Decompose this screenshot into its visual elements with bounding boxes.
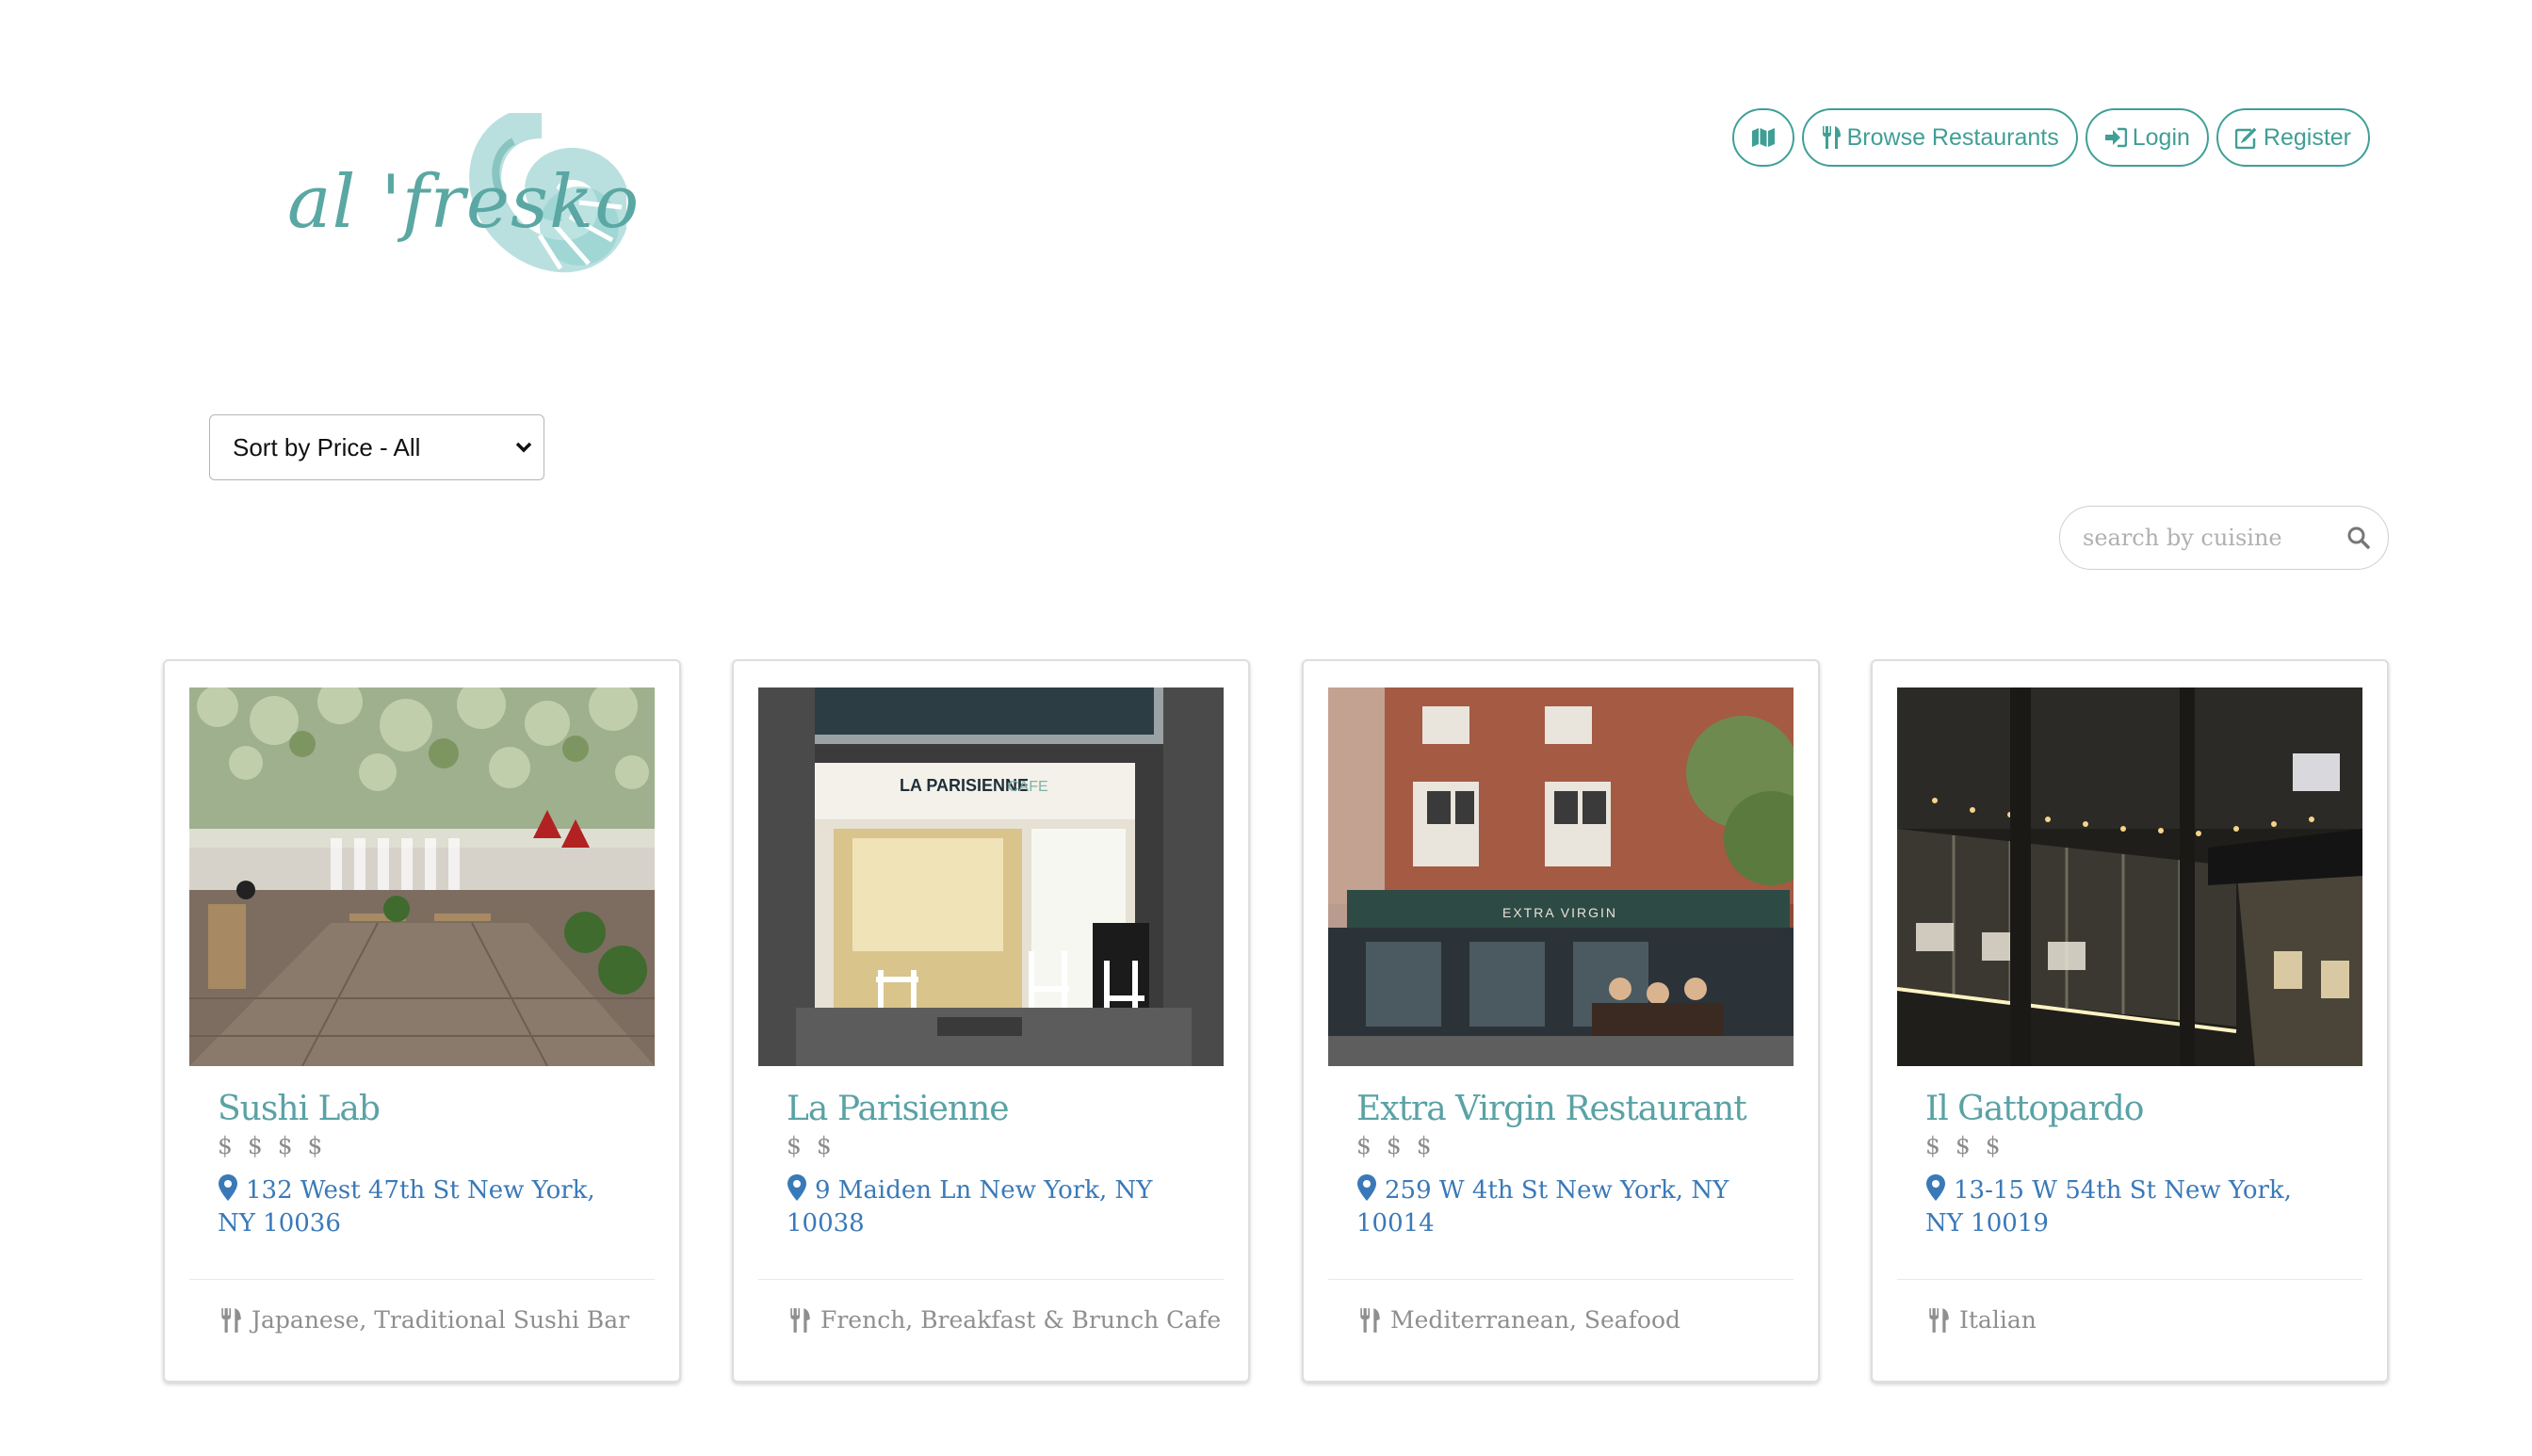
- card-divider: [758, 1279, 1224, 1280]
- restaurant-address: 9 Maiden Ln New York, NY 10038: [787, 1176, 1153, 1238]
- map-marker-icon: [787, 1174, 806, 1201]
- restaurant-address-row: 13-15 W 54th St New York, NY 10019: [1925, 1173, 2330, 1240]
- restaurant-photo[interactable]: EXTRA VIRGIN: [1328, 688, 1794, 1066]
- map-icon: [1751, 128, 1775, 147]
- search-input[interactable]: [2081, 524, 2329, 552]
- browse-restaurants-button[interactable]: Browse Restaurants: [1801, 108, 2078, 167]
- restaurant-name[interactable]: La Parisienne: [787, 1090, 1010, 1128]
- cuisine-row: Japanese, Traditional Sushi Bar: [219, 1306, 629, 1334]
- sort-selected-value: Sort by Price - All: [233, 432, 421, 461]
- map-marker-icon: [219, 1174, 237, 1201]
- sign-in-icon: [2104, 127, 2127, 148]
- cuisine-row: Italian: [1927, 1306, 2037, 1334]
- price-level: $ $ $: [1356, 1132, 1436, 1159]
- cuisine-row: French, Breakfast & Brunch Cafe: [788, 1306, 1221, 1334]
- restaurant-address: 13-15 W 54th St New York, NY 10019: [1925, 1176, 2292, 1238]
- sort-by-price-select[interactable]: Sort by Price - All: [209, 414, 544, 480]
- cuisine-search: [2059, 506, 2389, 570]
- store-sign-text-2: CAFE: [1008, 779, 1048, 795]
- map-marker-icon: [1926, 1174, 1945, 1201]
- price-level: $ $ $: [1925, 1132, 2004, 1159]
- cuisine-text: French, Breakfast & Brunch Cafe: [820, 1306, 1222, 1334]
- restaurant-address: 132 West 47th St New York, NY 10036: [218, 1176, 595, 1238]
- price-level: $ $: [787, 1132, 836, 1159]
- price-level: $ $ $ $: [218, 1132, 327, 1159]
- utensils-icon: [1822, 126, 1841, 149]
- brand-logo[interactable]: al 'fresko: [278, 113, 639, 283]
- restaurant-address-row: 9 Maiden Ln New York, NY 10038: [787, 1173, 1192, 1240]
- cuisine-text: Mediterranean, Seafood: [1390, 1306, 1681, 1334]
- restaurant-address-row: 259 W 4th St New York, NY 10014: [1356, 1173, 1761, 1240]
- utensils-icon: [1929, 1307, 1949, 1333]
- login-label: Login: [2132, 123, 2190, 151]
- restaurant-photo[interactable]: LA PARISIENNE CAFE: [758, 688, 1224, 1066]
- chevron-down-icon: [515, 442, 532, 453]
- map-marker-icon: [1357, 1174, 1376, 1201]
- login-button[interactable]: Login: [2085, 108, 2209, 167]
- restaurant-address-row: 132 West 47th St New York, NY 10036: [218, 1173, 623, 1240]
- cuisine-text: Italian: [1959, 1306, 2037, 1334]
- restaurant-card[interactable]: LA PARISIENNE CAFE La Parisienne $ $ 9 M…: [732, 659, 1250, 1383]
- edit-icon: [2234, 127, 2257, 149]
- card-divider: [1328, 1279, 1794, 1280]
- brand-name: al 'fresko: [287, 160, 641, 245]
- restaurant-card[interactable]: EXTRA VIRGIN Extra Virgin Restaurant $ $…: [1302, 659, 1820, 1383]
- utensils-icon: [1360, 1307, 1380, 1333]
- map-view-button[interactable]: [1731, 108, 1794, 167]
- utensils-icon: [221, 1307, 241, 1333]
- register-button[interactable]: Register: [2216, 108, 2370, 167]
- top-nav: Browse Restaurants Login Register: [1731, 108, 2370, 167]
- utensils-icon: [790, 1307, 810, 1333]
- restaurant-photo[interactable]: [189, 688, 655, 1066]
- restaurant-address: 259 W 4th St New York, NY 10014: [1356, 1176, 1729, 1238]
- restaurant-card[interactable]: Il Gattopardo $ $ $ 13-15 W 54th St New …: [1871, 659, 2389, 1383]
- card-divider: [1897, 1279, 2362, 1280]
- cuisine-text: Japanese, Traditional Sushi Bar: [252, 1306, 630, 1334]
- cuisine-row: Mediterranean, Seafood: [1358, 1306, 1680, 1334]
- search-icon[interactable]: [2346, 526, 2371, 550]
- card-divider: [189, 1279, 655, 1280]
- browse-restaurants-label: Browse Restaurants: [1846, 123, 2059, 151]
- restaurant-photo[interactable]: [1897, 688, 2362, 1066]
- register-label: Register: [2263, 123, 2351, 151]
- restaurant-name[interactable]: Sushi Lab: [218, 1090, 381, 1128]
- restaurant-name[interactable]: Extra Virgin Restaurant: [1356, 1090, 1747, 1128]
- restaurant-card[interactable]: Sushi Lab $ $ $ $ 132 West 47th St New Y…: [163, 659, 681, 1383]
- page: al 'fresko Browse Restaurants Login Regi…: [0, 0, 2532, 1456]
- restaurant-name[interactable]: Il Gattopardo: [1925, 1090, 2144, 1128]
- store-sign-text: EXTRA VIRGIN: [1502, 905, 1617, 920]
